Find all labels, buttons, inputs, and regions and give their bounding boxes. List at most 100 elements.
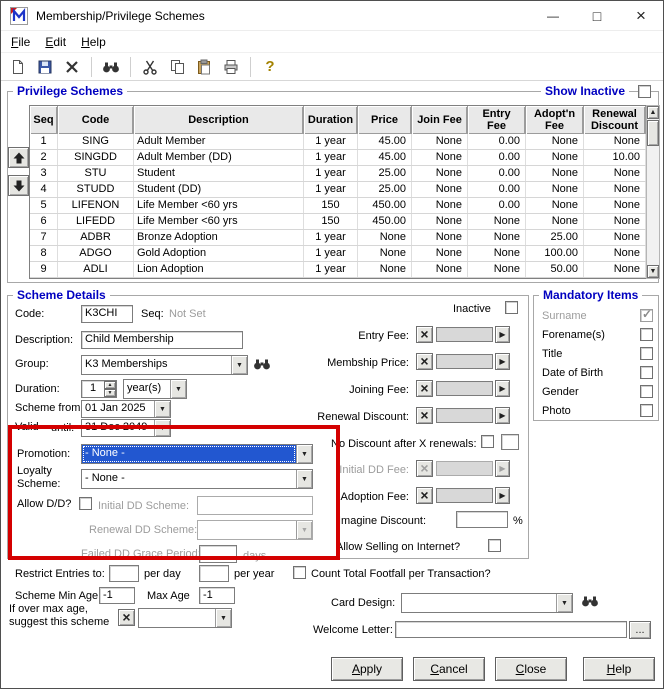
paste-button[interactable] bbox=[192, 55, 216, 79]
table-row[interactable]: 5 LIFENON Life Member <60 yrs 150 450.00 None… bbox=[30, 198, 646, 214]
renewal-discount-field[interactable] bbox=[436, 408, 493, 423]
scrollbar-thumb[interactable] bbox=[647, 120, 659, 146]
column-header[interactable]: Seq bbox=[30, 106, 58, 134]
move-down-button[interactable] bbox=[8, 175, 29, 196]
chevron-down-icon[interactable] bbox=[154, 420, 170, 436]
min-age-field[interactable]: -1 bbox=[99, 587, 135, 604]
table-row[interactable]: 9 ADLI Lion Adoption 1 year None None None 50.0… bbox=[30, 262, 646, 278]
promotion-combobox[interactable]: - None - bbox=[81, 444, 313, 464]
spin-up-button[interactable] bbox=[104, 381, 116, 389]
mandatory-item-checkbox[interactable] bbox=[640, 366, 653, 379]
adoption-fee-clear-button[interactable] bbox=[416, 487, 433, 504]
move-up-button[interactable] bbox=[8, 147, 29, 168]
joining-fee-clear-button[interactable] bbox=[416, 380, 433, 397]
maximize-button[interactable] bbox=[575, 1, 619, 31]
delete-button[interactable] bbox=[60, 55, 84, 79]
table-row[interactable]: 4 STUDD Student (DD) 1 year 25.00 None 0.00 Non… bbox=[30, 182, 646, 198]
scheme-from-combobox[interactable]: 01 Jan 2025 bbox=[81, 400, 171, 418]
no-discount-field[interactable] bbox=[501, 434, 519, 450]
mandatory-item-checkbox[interactable] bbox=[640, 307, 653, 322]
mandatory-item-checkbox[interactable] bbox=[640, 347, 653, 360]
restrict-per-year-field[interactable] bbox=[199, 565, 229, 582]
column-header[interactable]: Renewal Discount bbox=[584, 106, 646, 134]
failed-dd-grace-field[interactable] bbox=[199, 545, 237, 563]
membship-price-field[interactable] bbox=[436, 354, 493, 369]
chevron-down-icon[interactable] bbox=[154, 401, 170, 417]
duration-unit-combobox[interactable]: year(s) bbox=[123, 379, 187, 399]
column-header[interactable]: Adopt'n Fee bbox=[526, 106, 584, 134]
chevron-down-icon[interactable] bbox=[170, 380, 186, 398]
membship-price-clear-button[interactable] bbox=[416, 353, 433, 370]
close-button-dialog[interactable]: Close bbox=[495, 657, 567, 681]
table-scrollbar[interactable] bbox=[646, 105, 660, 279]
cancel-button[interactable]: Cancel bbox=[413, 657, 485, 681]
card-design-combobox[interactable] bbox=[401, 593, 573, 613]
show-inactive-checkbox[interactable] bbox=[638, 85, 651, 98]
entry-fee-clear-button[interactable] bbox=[416, 326, 433, 343]
valid-until-combobox[interactable]: 31 Dec 2049 bbox=[81, 419, 171, 437]
mandatory-item-checkbox[interactable] bbox=[640, 328, 653, 341]
copy-button[interactable] bbox=[165, 55, 189, 79]
schemes-table[interactable]: Seq Code Description Duration Price Join Fee E… bbox=[29, 105, 647, 279]
welcome-letter-browse-button[interactable]: ... bbox=[629, 621, 651, 639]
no-discount-checkbox[interactable] bbox=[481, 435, 494, 448]
group-lookup-button[interactable] bbox=[253, 358, 271, 373]
save-button[interactable] bbox=[33, 55, 57, 79]
find-button[interactable] bbox=[99, 55, 123, 79]
group-combobox[interactable]: K3 Memberships bbox=[81, 355, 248, 375]
adoption-fee-expand-button[interactable] bbox=[495, 487, 510, 504]
table-row[interactable]: 8 ADGO Gold Adoption 1 year None None None 100.… bbox=[30, 246, 646, 262]
max-age-field[interactable]: -1 bbox=[199, 587, 235, 604]
help-button[interactable] bbox=[258, 55, 282, 79]
column-header[interactable]: Duration bbox=[304, 106, 358, 134]
column-header[interactable]: Price bbox=[358, 106, 412, 134]
chevron-down-icon[interactable] bbox=[231, 356, 247, 374]
table-row[interactable]: 1 SING Adult Member 1 year 45.00 None 0.00 None… bbox=[30, 134, 646, 150]
joining-fee-field[interactable] bbox=[436, 381, 493, 396]
joining-fee-expand-button[interactable] bbox=[495, 380, 510, 397]
column-header[interactable]: Description bbox=[134, 106, 304, 134]
entry-fee-field[interactable] bbox=[436, 327, 493, 342]
allow-selling-checkbox[interactable] bbox=[488, 539, 501, 552]
restrict-per-day-field[interactable] bbox=[109, 565, 139, 582]
inactive-checkbox[interactable] bbox=[505, 301, 518, 314]
footfall-checkbox[interactable] bbox=[293, 566, 306, 579]
mandatory-item-checkbox[interactable] bbox=[640, 404, 653, 417]
card-design-lookup-button[interactable] bbox=[581, 595, 599, 610]
welcome-letter-field[interactable] bbox=[395, 621, 627, 638]
table-row[interactable]: 7 ADBR Bronze Adoption 1 year None None None 25… bbox=[30, 230, 646, 246]
loyalty-scheme-combobox[interactable]: - None - bbox=[81, 469, 313, 489]
scrollbar-down-button[interactable] bbox=[647, 265, 659, 278]
code-field[interactable]: K3CHI bbox=[81, 305, 133, 323]
mandatory-item-checkbox[interactable] bbox=[640, 385, 653, 398]
chevron-down-icon[interactable] bbox=[215, 609, 231, 627]
membship-price-expand-button[interactable] bbox=[495, 353, 510, 370]
renewal-discount-clear-button[interactable] bbox=[416, 407, 433, 424]
close-button[interactable] bbox=[619, 1, 663, 31]
new-button[interactable] bbox=[6, 55, 30, 79]
chevron-down-icon[interactable] bbox=[556, 594, 572, 612]
table-row[interactable]: 3 STU Student 1 year 25.00 None 0.00 None None bbox=[30, 166, 646, 182]
menu-edit[interactable]: Edit bbox=[39, 33, 75, 51]
suggest-scheme-clear-button[interactable] bbox=[118, 609, 135, 626]
apply-button[interactable]: Apply bbox=[331, 657, 403, 681]
imagine-discount-field[interactable] bbox=[456, 511, 508, 528]
column-header[interactable]: Entry Fee bbox=[468, 106, 526, 134]
chevron-down-icon[interactable] bbox=[296, 445, 312, 463]
column-header[interactable]: Code bbox=[58, 106, 134, 134]
help-button-dialog[interactable]: Help bbox=[583, 657, 655, 681]
menu-file[interactable]: File bbox=[5, 33, 39, 51]
table-row[interactable]: 2 SINGDD Adult Member (DD) 1 year 45.00 None 0… bbox=[30, 150, 646, 166]
description-field[interactable]: Child Membership bbox=[81, 331, 243, 349]
table-row[interactable]: 6 LIFEDD Life Member <60 yrs 150 450.00 None N… bbox=[30, 214, 646, 230]
minimize-button[interactable] bbox=[531, 1, 575, 31]
print-button[interactable] bbox=[219, 55, 243, 79]
scrollbar-up-button[interactable] bbox=[647, 106, 659, 119]
cut-button[interactable] bbox=[138, 55, 162, 79]
adoption-fee-field[interactable] bbox=[436, 488, 493, 503]
column-header[interactable]: Join Fee bbox=[412, 106, 468, 134]
entry-fee-expand-button[interactable] bbox=[495, 326, 510, 343]
allow-dd-checkbox[interactable] bbox=[79, 497, 92, 510]
menu-help[interactable]: Help bbox=[75, 33, 115, 51]
spin-down-button[interactable] bbox=[104, 389, 116, 397]
